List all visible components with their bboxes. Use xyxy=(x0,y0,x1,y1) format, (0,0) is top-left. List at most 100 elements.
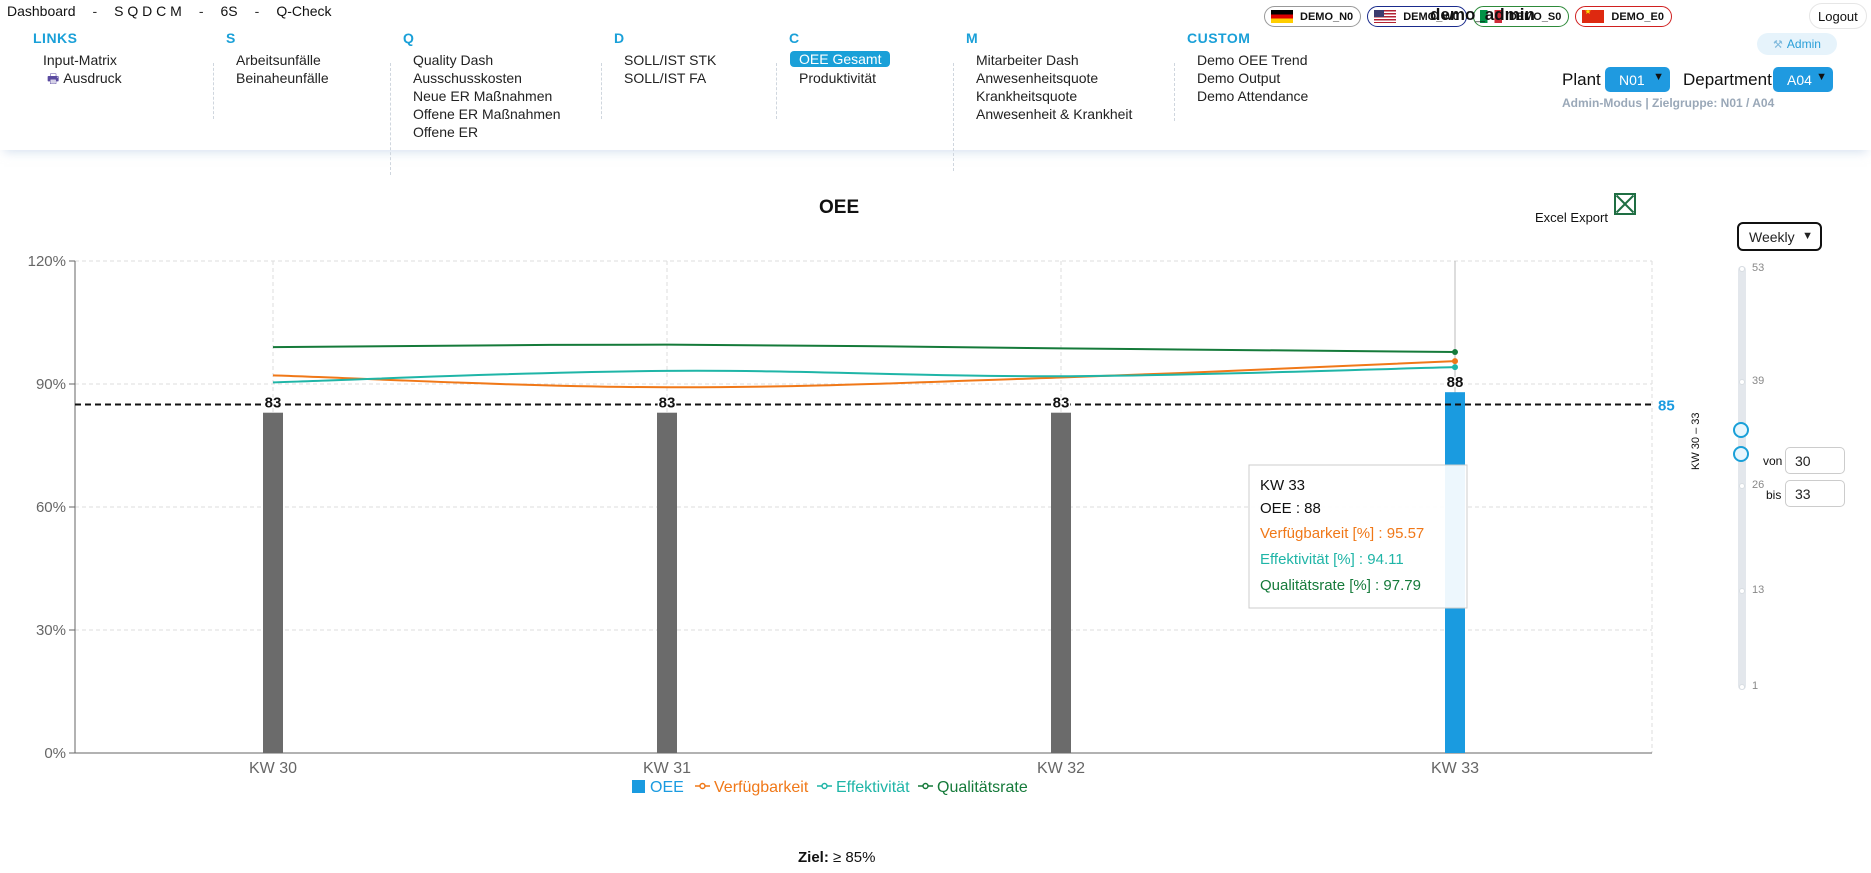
menu-item-row: Produktivität xyxy=(799,69,890,87)
effektivitaet-point xyxy=(1452,364,1458,371)
menu-item[interactable]: Neue ER Maßnahmen xyxy=(413,87,561,105)
nav-qcheck[interactable]: Q-Check xyxy=(276,3,331,19)
menu-item[interactable]: 🖶 Ausdruck xyxy=(43,69,122,87)
slider-tick xyxy=(1739,483,1745,490)
menu-column-d: D SOLL/IST STK SOLL/IST FA xyxy=(601,30,716,119)
plant-select[interactable]: N01 ▼ xyxy=(1605,67,1670,92)
menu-item-row: Quality Dash xyxy=(413,51,561,69)
from-week-input[interactable]: 30 xyxy=(1785,447,1845,474)
menu-category: D xyxy=(614,30,625,46)
menu-item[interactable]: SOLL/IST STK xyxy=(624,51,716,69)
week-range-slider[interactable] xyxy=(1738,266,1746,690)
menu-item[interactable]: Quality Dash xyxy=(413,51,561,69)
menu-divider xyxy=(390,63,391,175)
excel-export-button[interactable]: Excel Export xyxy=(1535,193,1636,225)
menu-item[interactable]: Arbeitsunfälle xyxy=(236,51,329,69)
menu-item-row: Anwesenheitsquote xyxy=(976,69,1132,87)
admin-button[interactable]: ⚒ Admin xyxy=(1757,33,1837,55)
menu-item[interactable]: Offene ER Maßnahmen xyxy=(413,105,561,123)
nav-dashboard[interactable]: Dashboard xyxy=(7,3,76,19)
goal-text: Ziel: ≥ 85% xyxy=(798,849,875,866)
tooltip-title: KW 33 xyxy=(1260,477,1305,494)
menu-item[interactable]: Anwesenheit & Krankheit xyxy=(976,105,1132,123)
menu-item[interactable]: Mitarbeiter Dash xyxy=(976,51,1132,69)
nav-6s[interactable]: 6S xyxy=(221,3,238,19)
chart-title: OEE xyxy=(819,197,860,218)
username: demo_admin xyxy=(1430,5,1535,24)
menu-item[interactable]: Beinaheunfälle xyxy=(236,69,329,87)
menu-item[interactable]: Demo OEE Trend xyxy=(1197,51,1308,69)
menu-items: Input-Matrix 🖶 Ausdruck xyxy=(33,51,122,87)
tooltip-row: OEE : 88 xyxy=(1260,500,1321,517)
from-label: von xyxy=(1763,454,1783,468)
tooltip-row: Verfügbarkeit [%] : 95.57 xyxy=(1260,525,1424,542)
bar-value-label: 83 xyxy=(265,395,282,412)
menu-item[interactable]: SOLL/IST FA xyxy=(624,69,716,87)
menu-item[interactable]: Ausschusskosten xyxy=(413,69,561,87)
menu-item[interactable]: Anwesenheitsquote xyxy=(976,69,1132,87)
nav-sqdcm[interactable]: S Q D C M xyxy=(114,3,182,19)
menu-item[interactable]: OEE Gesamt xyxy=(790,51,891,67)
to-label: bis xyxy=(1766,488,1782,502)
menu-divider xyxy=(601,63,602,119)
plant-button-label: DEMO_N0 xyxy=(1300,10,1354,23)
flag-cn-icon xyxy=(1582,10,1605,23)
wrench-icon: ⚒ xyxy=(1773,38,1783,51)
menu-items: Arbeitsunfälle Beinaheunfälle xyxy=(226,51,329,87)
menu-category: C xyxy=(789,30,800,46)
menu-column-q: Q Quality Dash Ausschusskosten Neue ER Maßn… xyxy=(390,30,561,175)
menu-items: Quality Dash Ausschusskosten Neue ER Maßna… xyxy=(403,51,561,141)
department-select[interactable]: A04 ▼ xyxy=(1773,67,1833,92)
menu-item-row: Demo Attendance xyxy=(1197,87,1308,105)
y-tick-label: 0% xyxy=(44,745,66,762)
menu-item-row: Ausschusskosten xyxy=(413,69,561,87)
flag-us-icon xyxy=(1374,10,1397,23)
menu-item-label: Ausdruck xyxy=(63,70,122,86)
oee-chart: 0% 30% 60% 90% 120% 85 83 83 83 88 KW 30 KW 31 KW 32… xyxy=(28,253,1675,796)
bar-value-label: 83 xyxy=(659,395,676,412)
logout-button[interactable]: Logout xyxy=(1809,3,1867,29)
target-label: 85 xyxy=(1658,398,1675,415)
menu-divider xyxy=(1174,63,1175,121)
slider-handle-to[interactable] xyxy=(1733,421,1749,438)
tooltip-row: Effektivität [%] : 94.11 xyxy=(1260,551,1404,568)
menu-column-custom: CUSTOM Demo OEE Trend Demo Output Demo Atte… xyxy=(1174,30,1308,121)
menu-item[interactable]: Offene ER xyxy=(413,123,561,141)
top-navigation: Dashboard - S Q D C M -6S - Q-Check xyxy=(7,3,332,19)
menu-divider xyxy=(776,63,777,119)
menu-item[interactable]: Demo Attendance xyxy=(1197,87,1308,105)
menu-item[interactable]: Demo Output xyxy=(1197,69,1308,87)
slider-tick xyxy=(1739,587,1745,594)
nav-separator: - xyxy=(92,3,98,19)
slider-tick-label: 13 xyxy=(1752,583,1765,596)
goal-label: Ziel: xyxy=(798,849,829,866)
excel-icon xyxy=(1613,193,1636,215)
menu-item-row: Input-Matrix xyxy=(43,51,122,69)
qualitaetsrate-line xyxy=(272,343,1456,354)
oee-bar[interactable] xyxy=(657,412,677,753)
chevron-down-icon: ▼ xyxy=(1816,71,1827,83)
y-tick-label: 120% xyxy=(28,253,66,270)
plant-label: Plant xyxy=(1562,70,1601,89)
excel-export-label: Excel Export xyxy=(1535,210,1608,225)
menu-item-row: SOLL/IST STK xyxy=(624,51,716,69)
slider-tick-label: 26 xyxy=(1752,479,1765,492)
menu-items: Demo OEE Trend Demo Output Demo Attendance xyxy=(1187,51,1308,105)
plant-button-demo_e0[interactable]: DEMO_E0 xyxy=(1575,6,1672,27)
menu-item-row: Beinaheunfälle xyxy=(236,69,329,87)
printer-icon: 🖶 xyxy=(47,71,60,86)
legend-swatch-marker xyxy=(821,782,828,790)
to-week-input[interactable]: 33 xyxy=(1785,480,1845,507)
menu-divider xyxy=(213,63,214,119)
period-select[interactable]: Weekly ▼ xyxy=(1737,222,1822,251)
slider-handle-from[interactable] xyxy=(1733,445,1749,462)
admin-label: Admin xyxy=(1786,37,1821,51)
menu-item[interactable]: Krankheitsquote xyxy=(976,87,1132,105)
range-label: KW 30 – 33 xyxy=(1690,412,1702,470)
menu-item[interactable]: Input-Matrix xyxy=(43,51,122,69)
oee-bar[interactable] xyxy=(1051,412,1071,753)
plant-button-demo_n0[interactable]: DEMO_N0 xyxy=(1264,6,1362,27)
oee-bar[interactable] xyxy=(263,412,283,753)
plant-select-value: N01 xyxy=(1619,71,1645,88)
menu-item[interactable]: Produktivität xyxy=(799,69,890,87)
